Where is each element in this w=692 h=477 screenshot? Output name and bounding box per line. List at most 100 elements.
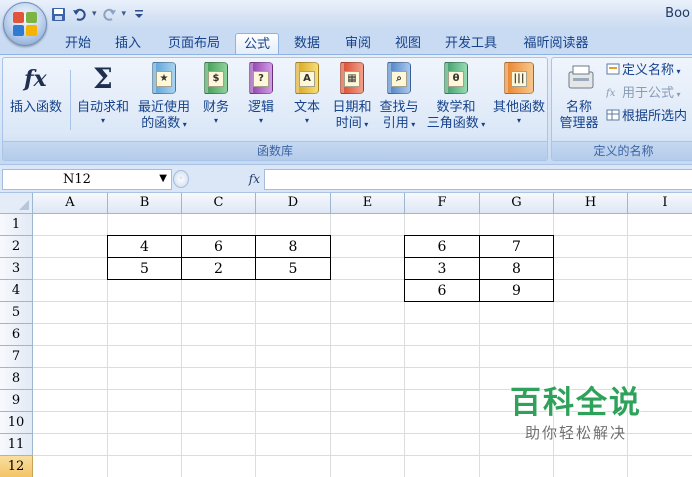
row-header-7[interactable]: 7 [0, 346, 33, 368]
formula-bar-expand-icon[interactable]: ◦ [173, 170, 189, 188]
date-time-dropdown-icon[interactable]: ▾ [362, 120, 368, 129]
insert-function-fx-button[interactable]: fx [190, 170, 264, 189]
cell-g4[interactable]: 9 [479, 279, 554, 302]
tab-data[interactable]: 数据 [287, 33, 327, 54]
row-header-5[interactable]: 5 [0, 302, 33, 324]
create-from-selection-button[interactable]: 根据所选内 [606, 108, 687, 126]
tab-developer[interactable]: 开发工具 [438, 33, 504, 54]
tab-formulas[interactable]: 公式 [235, 33, 279, 54]
recently-used-button[interactable]: ★ 最近使用 的函数 ▾ [134, 62, 194, 142]
select-all-corner[interactable] [0, 193, 33, 214]
defined-names-caption: 定义的名称 [552, 141, 692, 160]
name-manager-button[interactable]: 名称 管理器 [554, 62, 604, 142]
date-time-button[interactable]: ▦ 日期和 时间 ▾ [329, 62, 375, 142]
math-line2: 三角函数 [426, 116, 479, 131]
use-in-formula-button[interactable]: fx 用于公式 ▾ [605, 85, 681, 104]
function-library-group: fx 插入函数 Σ 自动求和 ▾ ★ 最近使用 的函数 ▾ $ 财务 ▾ ? 逻 [2, 57, 548, 161]
use-in-formula-dropdown-icon[interactable]: ▾ [674, 90, 681, 99]
row-header-3[interactable]: 3 [0, 258, 33, 280]
tab-view[interactable]: 视图 [388, 33, 428, 54]
lookup-reference-button[interactable]: ⌕ 查找与 引用 ▾ [376, 62, 422, 142]
define-name-button[interactable]: 定义名称 ▾ [606, 62, 681, 81]
math-line1: 数学和 [436, 100, 476, 115]
column-header-i[interactable]: I [628, 193, 692, 214]
column-header-f[interactable]: F [405, 193, 480, 214]
cell-f3[interactable]: 3 [404, 257, 480, 280]
lookup-line1: 查找与 [379, 100, 419, 115]
column-header-e[interactable]: E [331, 193, 405, 214]
ribbon-tabs: 开始 插入 页面布局 公式 数据 审阅 视图 开发工具 福昕阅读器 [0, 30, 692, 54]
cell-b3[interactable]: 5 [107, 257, 182, 280]
cell-b2[interactable]: 4 [107, 235, 182, 258]
column-header-c[interactable]: C [182, 193, 256, 214]
title-bar: ▾ ▾ Boo [0, 0, 692, 30]
tab-insert[interactable]: 插入 [107, 33, 149, 54]
text-button[interactable]: A 文本 ▾ [287, 62, 327, 142]
tab-review[interactable]: 审阅 [338, 33, 378, 54]
star-book-icon: ★ [152, 62, 176, 94]
row-header-2[interactable]: 2 [0, 236, 33, 258]
financial-dropdown-icon[interactable]: ▾ [196, 116, 236, 126]
insert-function-button[interactable]: fx 插入函数 [5, 62, 67, 142]
row-header-10[interactable]: 10 [0, 412, 33, 434]
watermark: 百科全说 助你轻松解决 [492, 385, 660, 453]
undo-dropdown-icon[interactable]: ▾ [92, 9, 97, 19]
text-dropdown-icon[interactable]: ▾ [287, 116, 327, 126]
customize-icon[interactable] [130, 6, 147, 23]
autosum-dropdown-icon[interactable]: ▾ [73, 116, 133, 126]
office-button[interactable] [3, 2, 47, 46]
tab-home[interactable]: 开始 [57, 33, 99, 54]
lookup-dropdown-icon[interactable]: ▾ [409, 120, 415, 129]
redo-dropdown-icon[interactable]: ▾ [122, 9, 127, 19]
row-header-8[interactable]: 8 [0, 368, 33, 390]
name-box-dropdown-icon[interactable]: ▼ [159, 173, 167, 184]
column-header-h[interactable]: H [554, 193, 628, 214]
row-header-6[interactable]: 6 [0, 324, 33, 346]
cell-g3[interactable]: 8 [479, 257, 554, 280]
recently-used-line2: 的函数 [141, 116, 181, 131]
financial-button[interactable]: $ 财务 ▾ [196, 62, 236, 142]
define-name-icon [606, 63, 620, 75]
money-book-icon: $ [204, 62, 228, 94]
row-header-9[interactable]: 9 [0, 390, 33, 412]
save-icon[interactable] [50, 6, 67, 23]
cell-c2[interactable]: 6 [181, 235, 256, 258]
logical-dropdown-icon[interactable]: ▾ [241, 116, 281, 126]
column-header-b[interactable]: B [108, 193, 182, 214]
column-header-d[interactable]: D [256, 193, 331, 214]
recently-used-dropdown-icon[interactable]: ▾ [180, 120, 187, 129]
more-functions-dropdown-icon[interactable]: ▾ [489, 116, 549, 126]
text-book-icon: A [295, 62, 319, 94]
watermark-title: 百科全说 [510, 385, 642, 421]
cell-f2[interactable]: 6 [404, 235, 480, 258]
insert-function-label: 插入函数 [9, 100, 62, 115]
name-box[interactable]: N12 ▼ [2, 169, 172, 190]
row-header-12[interactable]: 12 [0, 456, 33, 477]
cell-d2[interactable]: 8 [255, 235, 331, 258]
define-name-dropdown-icon[interactable]: ▾ [674, 67, 681, 76]
logical-button[interactable]: ? 逻辑 ▾ [241, 62, 281, 142]
cell-f4[interactable]: 6 [404, 279, 480, 302]
more-functions-button[interactable]: ||| 其他函数 ▾ [489, 62, 549, 142]
tab-foxit-reader[interactable]: 福昕阅读器 [515, 33, 597, 54]
cell-c3[interactable]: 2 [181, 257, 256, 280]
undo-icon[interactable] [71, 6, 88, 23]
gridline-horizontal [33, 323, 692, 324]
column-header-a[interactable]: A [33, 193, 108, 214]
math-dropdown-icon[interactable]: ▾ [479, 120, 485, 129]
cell-g2[interactable]: 7 [479, 235, 554, 258]
math-trig-button[interactable]: θ 数学和 三角函数 ▾ [423, 62, 489, 142]
logical-label: 逻辑 [247, 100, 274, 115]
calendar-book-icon: ▦ [340, 62, 364, 94]
row-header-11[interactable]: 11 [0, 434, 33, 456]
row-header-4[interactable]: 4 [0, 280, 33, 302]
defined-names-group: 名称 管理器 定义名称 ▾ fx 用于公式 ▾ 根据所选内 定义的名称 [551, 57, 692, 161]
column-header-g[interactable]: G [480, 193, 554, 214]
row-header-1[interactable]: 1 [0, 214, 33, 236]
autosum-button[interactable]: Σ 自动求和 ▾ [73, 62, 133, 142]
text-label: 文本 [293, 100, 320, 115]
tab-page-layout[interactable]: 页面布局 [160, 33, 228, 54]
cell-d3[interactable]: 5 [255, 257, 331, 280]
redo-icon[interactable] [101, 6, 118, 23]
formula-input[interactable] [264, 169, 692, 190]
